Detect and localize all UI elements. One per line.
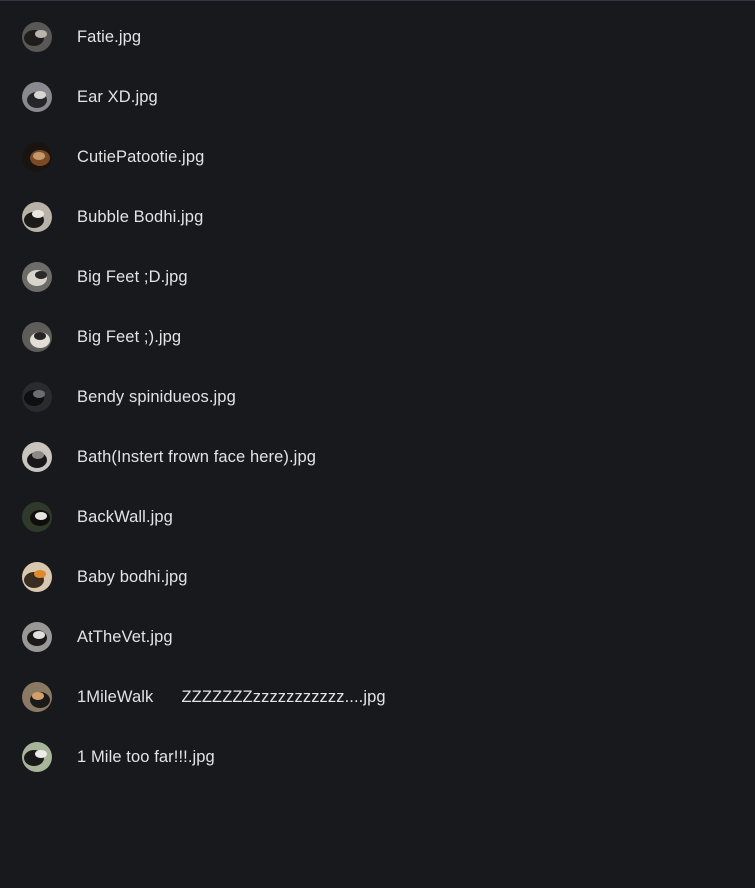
file-row[interactable]: AtTheVet.jpg — [0, 607, 755, 667]
file-name: Bendy spinidueos.jpg — [77, 387, 236, 406]
file-name: CutiePatootie.jpg — [77, 147, 205, 166]
file-thumbnail-icon — [22, 622, 52, 652]
file-name: Ear XD.jpg — [77, 87, 158, 106]
file-name: Big Feet ;).jpg — [77, 327, 182, 346]
file-row[interactable]: Bendy spinidueos.jpg — [0, 367, 755, 427]
file-thumbnail-icon — [22, 202, 52, 232]
file-name: 1 Mile too far!!!.jpg — [77, 747, 215, 766]
file-thumbnail-icon — [22, 562, 52, 592]
file-name: Baby bodhi.jpg — [77, 567, 188, 586]
file-thumbnail-icon — [22, 742, 52, 772]
file-row[interactable]: 1 Mile too far!!!.jpg — [0, 727, 755, 787]
file-thumbnail-icon — [22, 442, 52, 472]
file-row[interactable]: Big Feet ;D.jpg — [0, 247, 755, 307]
file-name: Bath(Instert frown face here).jpg — [77, 447, 316, 466]
file-row[interactable]: Bubble Bodhi.jpg — [0, 187, 755, 247]
file-name: Big Feet ;D.jpg — [77, 267, 188, 286]
file-name: BackWall.jpg — [77, 507, 173, 526]
file-thumbnail-icon — [22, 82, 52, 112]
file-row[interactable]: Bath(Instert frown face here).jpg — [0, 427, 755, 487]
file-row[interactable]: BackWall.jpg — [0, 487, 755, 547]
file-row[interactable]: Fatie.jpg — [0, 7, 755, 67]
file-name: Fatie.jpg — [77, 27, 142, 46]
file-thumbnail-icon — [22, 262, 52, 292]
file-row[interactable]: 1MileWalk ZZZZZZZzzzzzzzzzzz....jpg — [0, 667, 755, 727]
file-row[interactable]: Baby bodhi.jpg — [0, 547, 755, 607]
file-thumbnail-icon — [22, 502, 52, 532]
file-row[interactable]: Ear XD.jpg — [0, 67, 755, 127]
file-thumbnail-icon — [22, 142, 52, 172]
file-list: Fatie.jpg Ear XD.jpg CutiePatootie.jpg Bubb… — [0, 7, 755, 787]
file-name: AtTheVet.jpg — [77, 627, 173, 646]
file-thumbnail-icon — [22, 382, 52, 412]
file-row[interactable]: Big Feet ;).jpg — [0, 307, 755, 367]
file-name: Bubble Bodhi.jpg — [77, 207, 204, 226]
file-thumbnail-icon — [22, 682, 52, 712]
file-thumbnail-icon — [22, 22, 52, 52]
file-name: 1MileWalk ZZZZZZZzzzzzzzzzzz....jpg — [77, 687, 386, 706]
file-thumbnail-icon — [22, 322, 52, 352]
file-row[interactable]: CutiePatootie.jpg — [0, 127, 755, 187]
top-divider — [0, 0, 755, 1]
